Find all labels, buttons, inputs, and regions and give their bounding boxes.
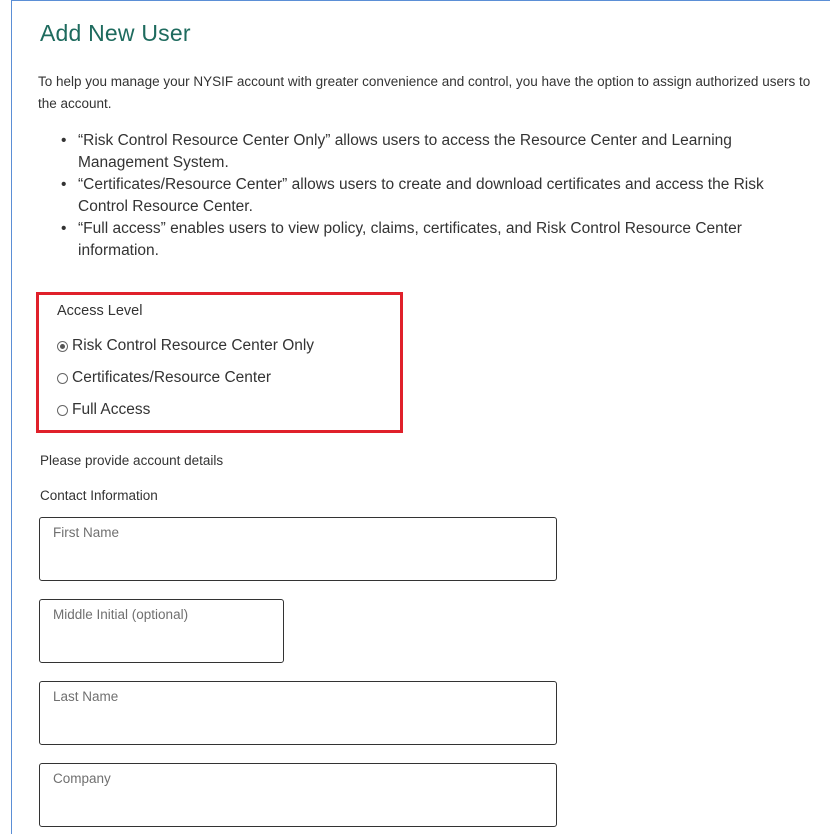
radio-option-full-access[interactable]: Full Access [57,401,150,419]
radio-button[interactable] [57,404,68,416]
access-level-label: Access Level [57,303,143,319]
company-placeholder: Company [53,771,111,786]
last-name-field[interactable]: Last Name [39,681,557,745]
radio-option-certificates[interactable]: Certificates/Resource Center [57,369,271,387]
radio-label: Full Access [72,401,151,418]
page-title: Add New User [40,20,191,46]
list-item: “Risk Control Resource Center Only” allo… [61,130,813,174]
list-item: “Certificates/Resource Center” allows us… [61,174,813,218]
account-details-heading: Please provide account details [40,453,224,468]
contact-information-heading: Contact Information [40,488,158,503]
company-field[interactable]: Company [39,763,557,827]
middle-initial-placeholder: Middle Initial (optional) [53,607,189,622]
radio-label: Certificates/Resource Center [72,369,271,386]
access-level-group: Access Level Risk Control Resource Cente… [36,292,403,433]
radio-option-risk-control[interactable]: Risk Control Resource Center Only [57,337,314,355]
first-name-placeholder: First Name [53,525,120,540]
last-name-placeholder: Last Name [53,689,119,704]
list-item: “Full access” enables users to view poli… [61,218,813,262]
access-description-list: “Risk Control Resource Center Only” allo… [58,130,813,262]
middle-initial-field[interactable]: Middle Initial (optional) [39,599,284,663]
radio-button-selected[interactable] [57,340,68,352]
intro-text: To help you manage your NYSIF account wi… [38,74,811,111]
radio-button[interactable] [57,372,68,384]
first-name-field[interactable]: First Name [39,517,557,581]
radio-label: Risk Control Resource Center Only [72,337,315,354]
